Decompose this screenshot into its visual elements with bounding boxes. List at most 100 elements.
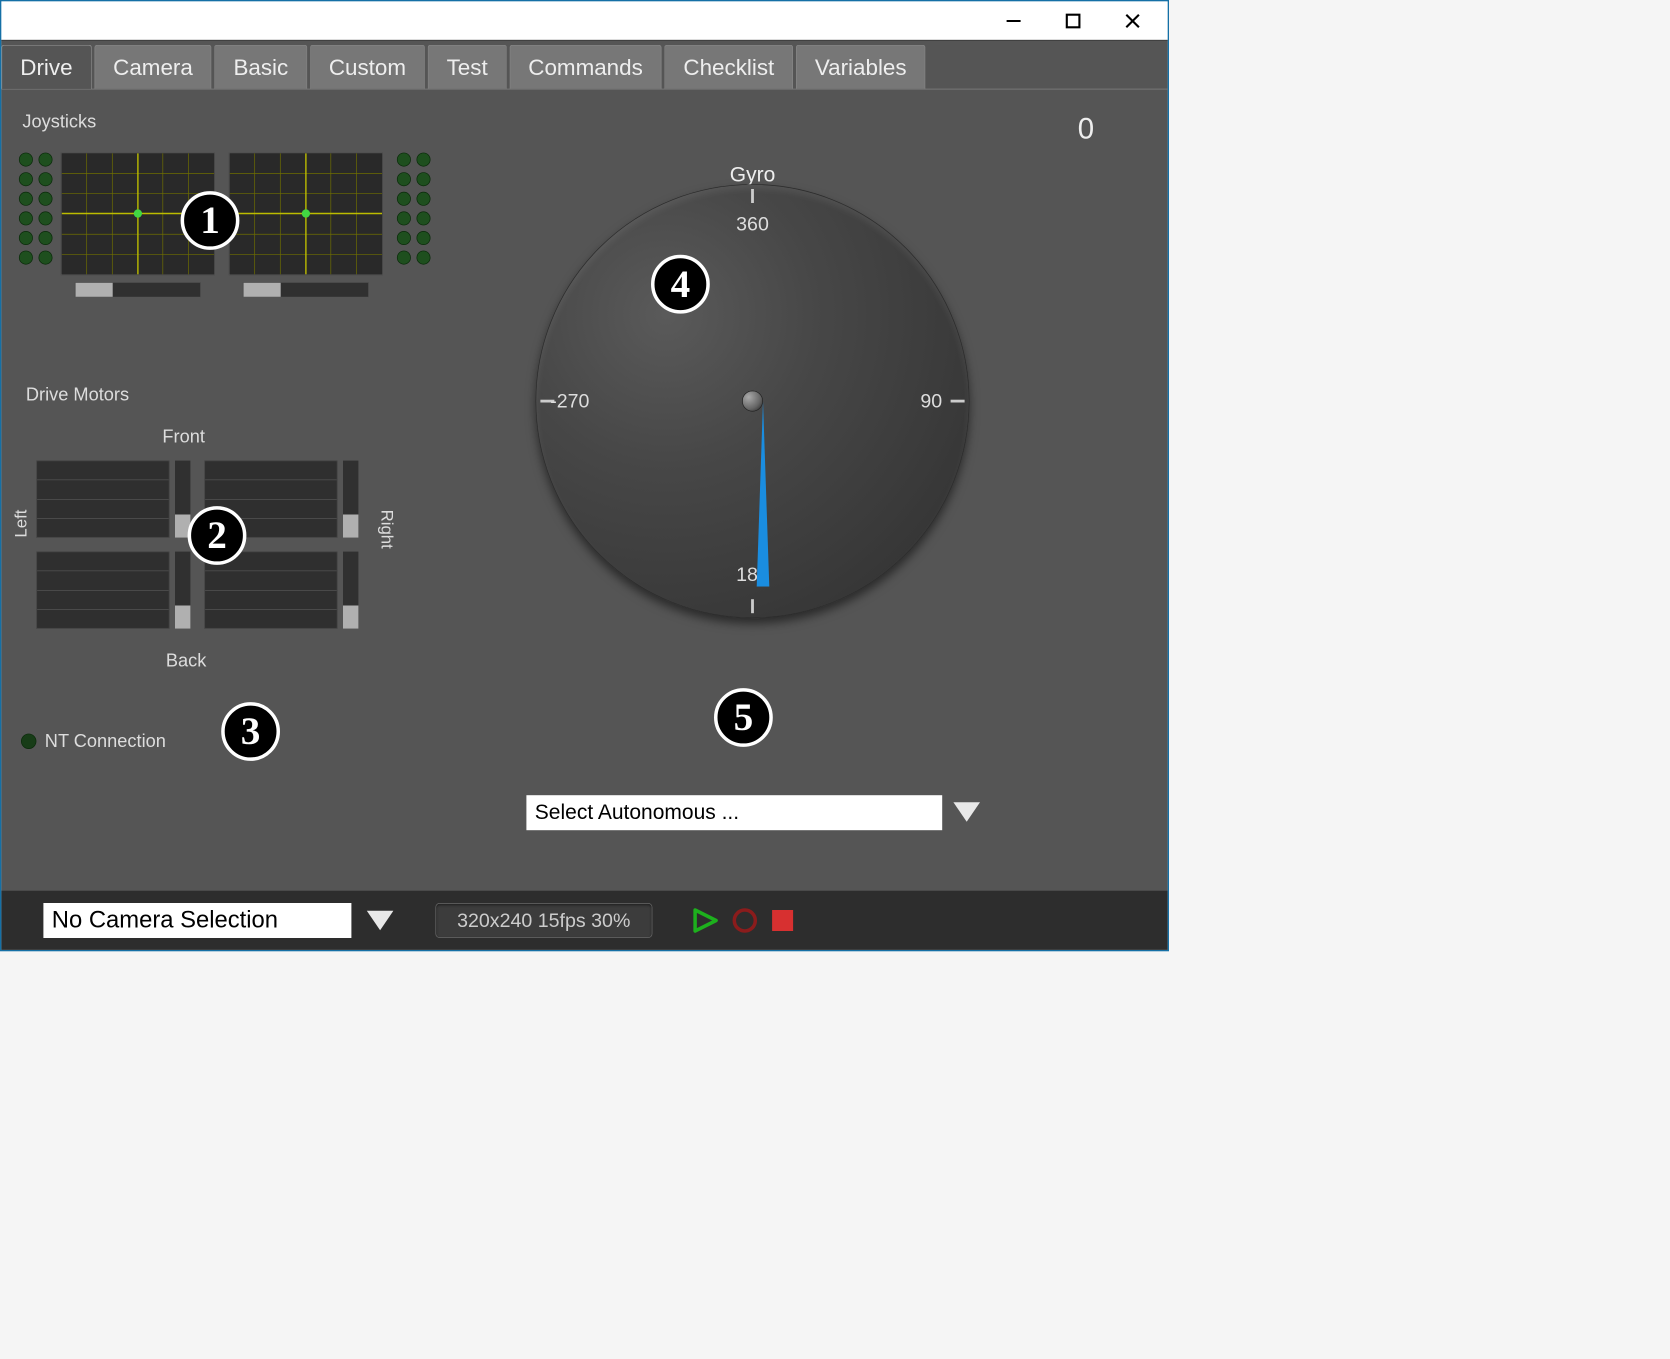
led-icon [397, 153, 411, 167]
tab-custom[interactable]: Custom [310, 45, 425, 90]
callout-marker-3: 3 [221, 702, 280, 761]
main-panel: Joysticks [1, 89, 1167, 890]
gyro-tick-360: 360 [736, 213, 769, 235]
tab-strip: Drive Camera Basic Custom Test Commands … [1, 40, 1167, 89]
autonomous-selector-text: Select Autonomous ... [535, 801, 739, 825]
motors-back-label: Back [166, 650, 206, 672]
marker-number: 5 [734, 695, 754, 740]
tab-label: Commands [528, 55, 643, 81]
title-bar [1, 1, 1167, 39]
led-icon [39, 172, 53, 186]
tab-checklist[interactable]: Checklist [664, 45, 793, 90]
callout-marker-5: 5 [714, 688, 773, 747]
gyro-tick-neg270: -270 [550, 390, 589, 412]
tab-label: Variables [815, 55, 907, 81]
callout-marker-4: 4 [651, 255, 710, 314]
led-icon [19, 231, 33, 245]
minimize-button[interactable] [984, 1, 1044, 39]
tab-basic[interactable]: Basic [215, 45, 308, 90]
gyro-value: 0 [1078, 112, 1094, 146]
tab-label: Custom [329, 55, 406, 81]
tick-mark-icon [951, 400, 965, 403]
tab-label: Basic [233, 55, 288, 81]
motor-back-right-bar [343, 552, 358, 629]
nt-connection-label: NT Connection [45, 730, 166, 752]
led-icon [417, 211, 431, 225]
record-controls [691, 906, 795, 934]
app-window: Drive Camera Basic Custom Test Commands … [0, 0, 1169, 951]
autonomous-selector[interactable]: Select Autonomous ... [526, 795, 942, 830]
led-icon [397, 211, 411, 225]
led-icon [39, 251, 53, 265]
led-icon [19, 192, 33, 206]
gyro-hub-icon [742, 391, 763, 412]
motor-front-left [36, 461, 169, 538]
motor-front-right-bar [343, 461, 358, 538]
led-icon [39, 231, 53, 245]
maximize-button[interactable] [1043, 1, 1103, 39]
motor-back-left [36, 552, 169, 629]
play-icon[interactable] [691, 906, 719, 934]
joystick2-xy[interactable] [229, 153, 383, 276]
motor-back-left-bar [175, 552, 190, 629]
tab-label: Checklist [683, 55, 774, 81]
led-icon [417, 231, 431, 245]
tab-test[interactable]: Test [428, 45, 507, 90]
tab-label: Test [447, 55, 488, 81]
joysticks-heading: Joysticks [22, 111, 96, 133]
marker-number: 4 [671, 262, 691, 307]
stop-icon[interactable] [770, 908, 795, 933]
joystick1-leds-col1 [19, 153, 33, 265]
marker-number: 3 [241, 709, 261, 754]
tab-drive[interactable]: Drive [1, 45, 91, 90]
motors-left-label: Left [12, 510, 32, 538]
led-icon [19, 172, 33, 186]
led-icon [397, 231, 411, 245]
led-icon [397, 251, 411, 265]
record-icon[interactable] [730, 906, 758, 934]
led-icon [417, 251, 431, 265]
nt-connection-led [21, 734, 36, 749]
led-icon [417, 153, 431, 167]
marker-number: 1 [200, 198, 220, 243]
camera-selector[interactable]: No Camera Selection [43, 903, 351, 938]
led-icon [417, 192, 431, 206]
led-icon [39, 211, 53, 225]
chevron-down-icon[interactable] [952, 798, 980, 826]
callout-marker-2: 2 [188, 506, 247, 565]
tick-mark-icon [751, 189, 754, 203]
led-icon [19, 153, 33, 167]
led-icon [39, 192, 53, 206]
tick-mark-icon [751, 599, 754, 613]
motors-right-label: Right [377, 510, 397, 549]
led-icon [39, 153, 53, 167]
chevron-down-icon[interactable] [365, 909, 393, 931]
camera-selector-text: No Camera Selection [52, 907, 278, 934]
led-icon [19, 251, 33, 265]
motors-front-label: Front [162, 426, 204, 448]
drive-motors-heading: Drive Motors [26, 384, 129, 406]
joystick1-throttle [75, 282, 201, 297]
callout-marker-1: 1 [181, 191, 240, 250]
led-icon [417, 172, 431, 186]
joystick2-leds-col1 [397, 153, 411, 265]
joystick1-leds-col2 [39, 153, 53, 265]
joystick2-throttle [243, 282, 369, 297]
led-icon [397, 192, 411, 206]
gyro-section: Gyro 360 90 180 -270 [536, 142, 970, 618]
tab-camera[interactable]: Camera [94, 45, 211, 90]
tab-label: Drive [20, 55, 72, 81]
joystick2-leds-col2 [417, 153, 431, 265]
stream-status-text: 320x240 15fps 30% [457, 909, 630, 931]
led-icon [397, 172, 411, 186]
led-icon [19, 211, 33, 225]
stream-status: 320x240 15fps 30% [435, 903, 652, 938]
close-button[interactable] [1103, 1, 1163, 39]
bottom-bar: No Camera Selection 320x240 15fps 30% [1, 890, 1167, 950]
tab-variables[interactable]: Variables [796, 45, 926, 90]
gyro-gauge: 360 90 180 -270 [536, 184, 970, 618]
tab-commands[interactable]: Commands [509, 45, 661, 90]
tab-label: Camera [113, 55, 193, 81]
marker-number: 2 [207, 513, 227, 558]
gyro-tick-90: 90 [920, 390, 942, 412]
